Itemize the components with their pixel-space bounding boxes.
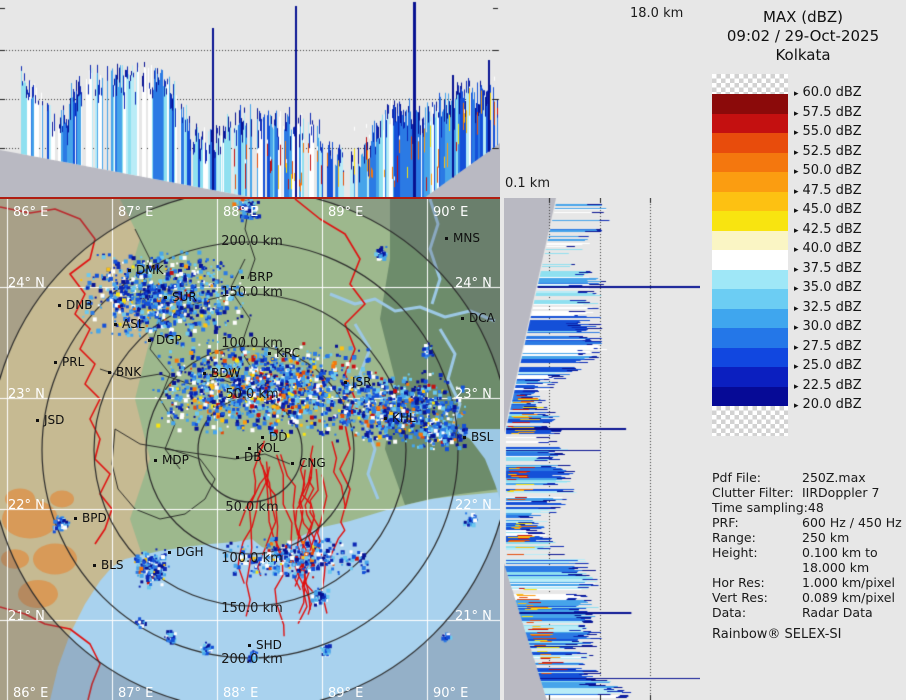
metadata-label: Time sampling:	[712, 500, 808, 515]
legend-tick-label: ▸57.5 dBZ	[794, 105, 862, 120]
legend-swatch	[712, 133, 788, 153]
legend-swatch-below-min	[712, 406, 788, 436]
brand-label: Rainbow® SELEX-SI	[712, 627, 906, 642]
metadata-value: 600 Hz / 450 Hz	[802, 515, 902, 530]
metadata-value: 18.000 km	[802, 560, 869, 575]
tick-arrow-icon: ▸	[794, 109, 799, 119]
tick-arrow-icon: ▸	[794, 89, 799, 99]
metadata-label: Clutter Filter:	[712, 485, 802, 500]
vertical-cross-section-side[interactable]	[504, 198, 700, 700]
metadata-value: Radar Data	[802, 605, 873, 620]
radar-map-view[interactable]	[0, 199, 500, 700]
legend-tick-label: ▸55.0 dBZ	[794, 124, 862, 139]
side-panel-min-height-label: 0.1 km	[505, 176, 550, 191]
tick-arrow-icon: ▸	[794, 362, 799, 372]
legend-swatch	[712, 94, 788, 114]
metadata-row: Range:250 km	[712, 530, 906, 545]
legend-swatch	[712, 387, 788, 407]
station-name: Kolkata	[700, 46, 906, 65]
metadata-row: Vert Res:0.089 km/pixel	[712, 590, 906, 605]
metadata-row: Time sampling:48	[712, 500, 906, 515]
legend-swatch	[712, 192, 788, 212]
metadata-label: Hor Res:	[712, 575, 802, 590]
legend-swatch	[712, 172, 788, 192]
legend-tick-label: ▸40.0 dBZ	[794, 241, 862, 256]
legend-swatch	[712, 348, 788, 368]
legend-tick-label: ▸50.0 dBZ	[794, 163, 862, 178]
top-panel-max-height-label: 18.0 km	[630, 6, 683, 21]
tick-arrow-icon: ▸	[794, 128, 799, 138]
metadata-label: Pdf File:	[712, 470, 802, 485]
product-title: MAX (dBZ)	[700, 8, 906, 27]
legend-swatch	[712, 270, 788, 290]
metadata-row: 18.000 km	[712, 560, 906, 575]
legend-swatch	[712, 153, 788, 173]
legend-tick-label: ▸30.0 dBZ	[794, 319, 862, 334]
scan-datetime: 09:02 / 29-Oct-2025	[700, 27, 906, 46]
legend-tick-label: ▸25.0 dBZ	[794, 358, 862, 373]
vertical-cross-section-top[interactable]	[0, 0, 500, 197]
tick-arrow-icon: ▸	[794, 401, 799, 411]
legend-title-block: MAX (dBZ) 09:02 / 29-Oct-2025 Kolkata	[700, 8, 906, 65]
legend-tick-label: ▸32.5 dBZ	[794, 300, 862, 315]
metadata-value: 1.000 km/pixel	[802, 575, 895, 590]
legend-tick-label: ▸60.0 dBZ	[794, 85, 862, 100]
legend-tick-label: ▸22.5 dBZ	[794, 378, 862, 393]
tick-arrow-icon: ▸	[794, 226, 799, 236]
metadata-label: PRF:	[712, 515, 802, 530]
metadata-row: Pdf File:250Z.max	[712, 470, 906, 485]
legend-tick-label: ▸20.0 dBZ	[794, 397, 862, 412]
metadata-row: Data:Radar Data	[712, 605, 906, 620]
metadata-label: Vert Res:	[712, 590, 802, 605]
tick-arrow-icon: ▸	[794, 265, 799, 275]
metadata-value: 48	[808, 500, 824, 515]
metadata-row: Height:0.100 km to	[712, 545, 906, 560]
metadata-value: 0.089 km/pixel	[802, 590, 895, 605]
product-metadata: Pdf File:250Z.maxClutter Filter:IIRDoppl…	[712, 470, 906, 642]
metadata-row: PRF:600 Hz / 450 Hz	[712, 515, 906, 530]
tick-arrow-icon: ▸	[794, 245, 799, 255]
legend-swatch	[712, 250, 788, 270]
tick-arrow-icon: ▸	[794, 187, 799, 197]
metadata-row: Clutter Filter:IIRDoppler 7	[712, 485, 906, 500]
legend-swatch-above-max	[712, 74, 788, 94]
legend-swatch	[712, 328, 788, 348]
legend-tick-label: ▸52.5 dBZ	[794, 144, 862, 159]
metadata-label: Data:	[712, 605, 802, 620]
tick-arrow-icon: ▸	[794, 323, 799, 333]
metadata-value: 0.100 km to	[802, 545, 878, 560]
legend-tick-label: ▸47.5 dBZ	[794, 183, 862, 198]
metadata-row: Hor Res:1.000 km/pixel	[712, 575, 906, 590]
legend-panel: MAX (dBZ) 09:02 / 29-Oct-2025 Kolkata ▸6…	[700, 0, 906, 700]
tick-arrow-icon: ▸	[794, 206, 799, 216]
legend-swatch	[712, 114, 788, 134]
legend-swatch	[712, 289, 788, 309]
tick-arrow-icon: ▸	[794, 148, 799, 158]
metadata-value: 250Z.max	[802, 470, 866, 485]
tick-arrow-icon: ▸	[794, 167, 799, 177]
legend-tick-label: ▸45.0 dBZ	[794, 202, 862, 217]
legend-tick-label: ▸42.5 dBZ	[794, 222, 862, 237]
metadata-value: 250 km	[802, 530, 849, 545]
legend-swatch	[712, 309, 788, 329]
tick-arrow-icon: ▸	[794, 382, 799, 392]
legend-swatch	[712, 211, 788, 231]
tick-arrow-icon: ▸	[794, 343, 799, 353]
legend-swatch	[712, 231, 788, 251]
metadata-rows: Pdf File:250Z.maxClutter Filter:IIRDoppl…	[712, 470, 906, 620]
legend-tick-label: ▸37.5 dBZ	[794, 261, 862, 276]
legend-swatch	[712, 367, 788, 387]
tick-arrow-icon: ▸	[794, 284, 799, 294]
dbz-color-scale: ▸60.0 dBZ ▸57.5 dBZ ▸55.0 dBZ ▸52.5 dBZ ▸50.…	[712, 74, 902, 474]
legend-tick-label: ▸35.0 dBZ	[794, 280, 862, 295]
tick-arrow-icon: ▸	[794, 304, 799, 314]
metadata-value: IIRDoppler 7	[802, 485, 879, 500]
metadata-label: Height:	[712, 545, 802, 560]
radar-app-window: 18.0 km 0.1 km 86° E86° E87° E87° E88° E…	[0, 0, 906, 700]
legend-tick-label: ▸27.5 dBZ	[794, 339, 862, 354]
metadata-label: Range:	[712, 530, 802, 545]
